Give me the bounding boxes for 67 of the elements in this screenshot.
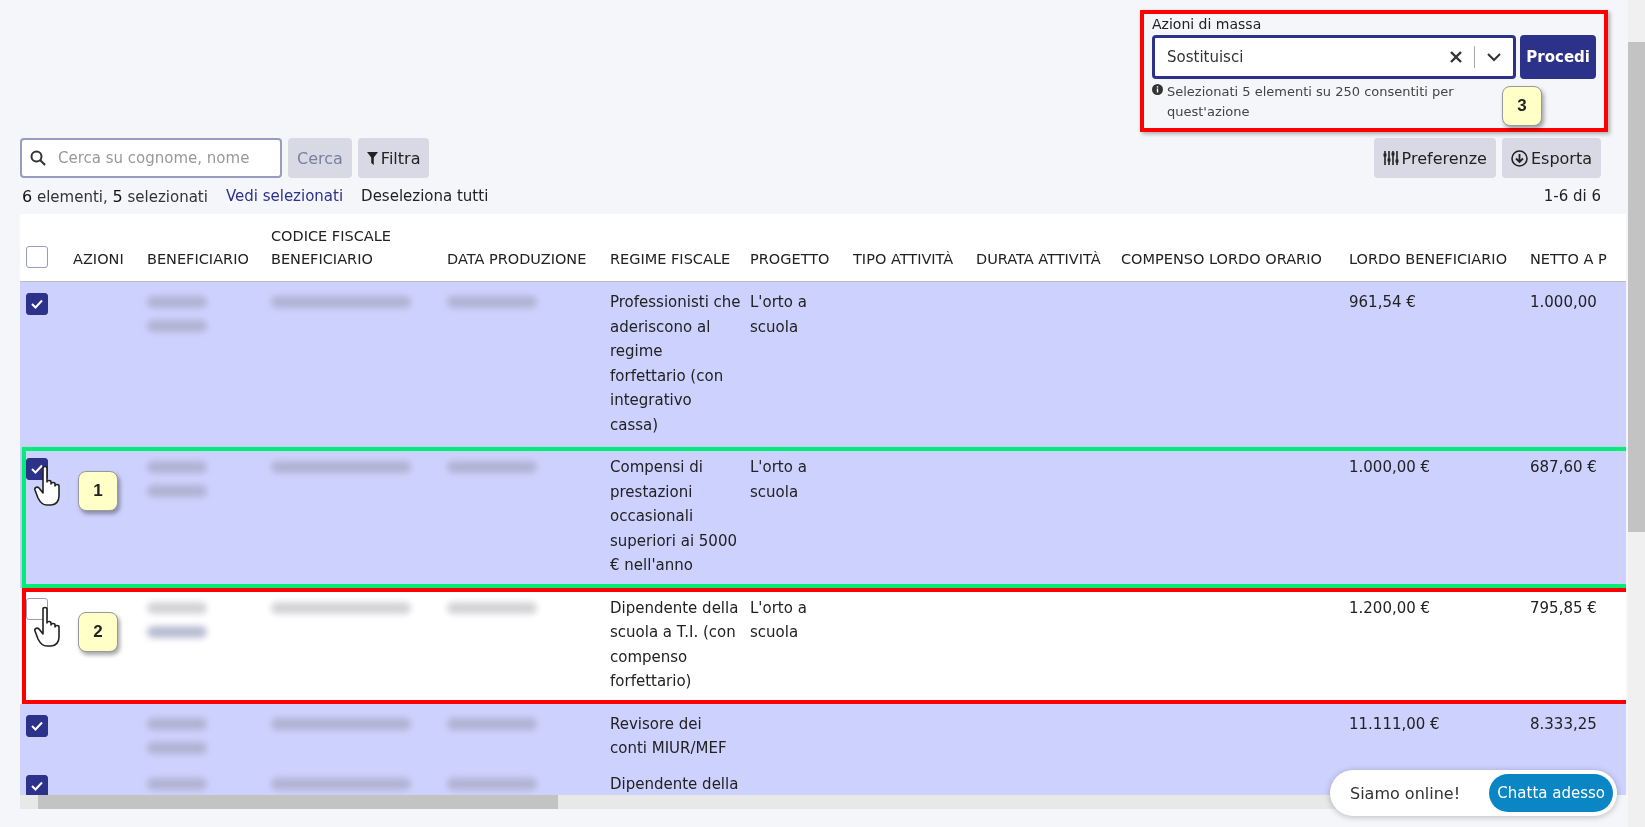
clear-icon[interactable] — [1450, 51, 1463, 63]
redacted-text — [147, 717, 207, 730]
callout-badge: 2 — [78, 611, 118, 652]
pagination-label: 1-6 di 6 — [1543, 187, 1601, 205]
select-all-checkbox[interactable] — [26, 246, 48, 268]
deselect-all-link[interactable]: Deseleziona tutti — [361, 187, 489, 205]
info-icon — [1152, 84, 1163, 95]
redacted-text — [147, 296, 207, 308]
chevron-down-icon[interactable] — [1487, 52, 1502, 62]
row-checkbox[interactable] — [26, 714, 48, 737]
check-icon — [31, 464, 43, 474]
table-cell: Dipendente della — [610, 774, 739, 793]
table-cell: 8.333,25 — [1530, 714, 1597, 733]
column-header: PROGETTO — [750, 250, 831, 269]
column-header: BENEFICIARIO — [147, 250, 250, 269]
table-row[interactable]: Compensi di prestazioni occasionali superiori ai 5000 € nell'anno L'orto a scuola 1.000,00 € 687,60 € 1 — [20, 447, 1626, 588]
table-cell: L'orto a scuola — [750, 293, 807, 336]
redacted-text — [147, 601, 207, 614]
search-field[interactable]: Cerca su cognome, nome — [20, 138, 282, 178]
funnel-icon — [366, 151, 378, 165]
column-header: DATA PRODUZIONE — [447, 250, 588, 269]
table-cell: 1.000,00 — [1530, 293, 1597, 311]
column-header: CODICE FISCALE BENEFICIARIO — [271, 227, 392, 269]
view-selected-link[interactable]: Vedi selezionati — [225, 187, 344, 205]
table-cell: Compensi di prestazioni occasionali superiori ai 5000 € nell'anno — [610, 458, 737, 574]
filter-button[interactable]: Filtra — [357, 138, 430, 178]
table-row[interactable]: Professionisti che aderiscono al regime forfettario (con integrativo cassa) L'orto a scuola 961,54 € 1.000,00 — [20, 282, 1626, 447]
check-icon — [31, 299, 43, 309]
column-header: DURATA ATTIVITÀ — [976, 250, 1102, 269]
callout-badge: 1 — [78, 471, 118, 511]
column-header: AZIONI — [73, 250, 125, 269]
download-icon — [1510, 149, 1528, 167]
proceed-button[interactable]: Procedi — [1520, 35, 1596, 79]
callout-badge: 3 — [1502, 86, 1542, 126]
table-cell: Revisore dei conti MIUR/MEF — [610, 714, 727, 757]
table-cell: 1.000,00 € — [1349, 458, 1431, 476]
row-checkbox[interactable] — [26, 774, 48, 795]
table-cell: 1.200,00 € — [1349, 598, 1431, 617]
redacted-text — [147, 777, 207, 790]
selection-limit-hint: Selezionati 5 elementi su 250 consentiti per quest'azione — [1167, 83, 1455, 121]
table-row[interactable]: Revisore dei conti MIUR/MEF 11.111,00 € 8.333,25 — [20, 703, 1626, 771]
column-header: NETTO A P — [1530, 250, 1608, 269]
vertical-scrollbar[interactable] — [1628, 0, 1645, 827]
selection-summary: 6 elementi, 5 selezionati — [22, 186, 208, 206]
table-cell: L'orto a scuola — [750, 458, 807, 501]
chat-button[interactable]: Chatta adesso — [1489, 774, 1613, 812]
column-header: LORDO BENEFICIARIO — [1349, 250, 1509, 269]
mass-actions-label: Azioni di massa — [1152, 16, 1263, 32]
check-icon — [31, 720, 43, 731]
redacted-text — [147, 461, 207, 473]
column-header: COMPENSO LORDO ORARIO — [1121, 250, 1323, 269]
column-header: REGIME FISCALE — [610, 250, 732, 269]
row-checkbox[interactable] — [26, 293, 48, 315]
table-cell: L'orto a scuola — [750, 598, 807, 641]
preferences-button[interactable]: Preferenze — [1373, 138, 1496, 178]
table-row[interactable]: Dipendente della scuola a T.I. (con compenso forfettario) L'orto a scuola 1.200,00 € 795,85 € 2 — [20, 587, 1626, 704]
action-select[interactable]: Sostituisci — [1152, 35, 1517, 79]
export-button[interactable]: Esporta — [1501, 138, 1601, 178]
table-cell: Professionisti che aderiscono al regime forfettario (con integrativo cassa) — [610, 293, 741, 434]
sliders-icon — [1382, 150, 1399, 166]
table-cell: 687,60 € — [1530, 458, 1597, 476]
table-cell: 795,85 € — [1530, 598, 1597, 617]
table-cell: 961,54 € — [1349, 293, 1416, 311]
column-header: TIPO ATTIVITÀ — [853, 250, 955, 269]
table-cell: 11.111,00 € — [1349, 714, 1440, 733]
check-icon — [31, 780, 43, 791]
table-cell: Dipendente della scuola a T.I. (con compenso forfettario) — [610, 598, 739, 690]
